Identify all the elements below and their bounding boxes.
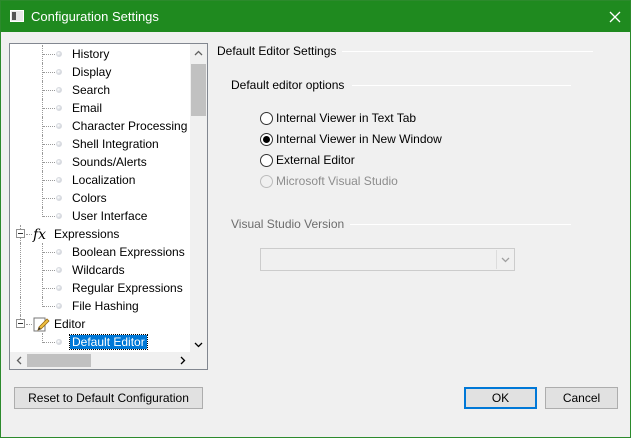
cancel-button[interactable]: Cancel (545, 387, 618, 409)
tree-item-history[interactable]: History (10, 45, 191, 63)
radio-button[interactable] (260, 111, 273, 125)
tree-bullet-icon (56, 105, 62, 111)
visual-studio-version-select (260, 248, 515, 271)
tree-bullet-icon (56, 51, 62, 57)
scroll-left-button[interactable] (10, 352, 27, 369)
tree-item-display[interactable]: Display (10, 63, 191, 81)
chevron-down-icon (501, 257, 509, 262)
dropdown-button (496, 250, 513, 269)
collapse-icon[interactable] (16, 319, 25, 328)
tree-category-label: Expressions (54, 227, 120, 241)
tree-item-label: Character Processing (72, 119, 188, 133)
settings-tree-list: History Display Search Email Character P… (10, 44, 191, 353)
tree-item-label-selected: Default Editor (69, 334, 148, 350)
tree-bullet-icon (56, 87, 62, 93)
radio-label: Internal Viewer in New Window (276, 132, 442, 146)
tree-item-search[interactable]: Search (10, 81, 191, 99)
tree-item-sounds-alerts[interactable]: Sounds/Alerts (10, 153, 191, 171)
tree-bullet-icon (56, 267, 62, 273)
ok-button[interactable]: OK (464, 387, 537, 409)
tree-bullet-icon (56, 69, 62, 75)
options-group-divider (352, 85, 571, 86)
tree-category-label: Editor (54, 317, 86, 331)
tree-horizontal-scrollbar[interactable] (10, 352, 191, 369)
tree-item-label: Shell Integration (72, 137, 159, 151)
tree-bullet-icon (56, 303, 62, 309)
tree-item-wildcards[interactable]: Wildcards (10, 261, 191, 279)
window-title: Configuration Settings (31, 9, 159, 24)
tree-item-user-interface[interactable]: User Interface (10, 207, 191, 225)
tree-item-label: History (72, 47, 110, 61)
tree-vertical-scrollbar[interactable] (190, 44, 207, 353)
radio-external-editor[interactable]: External Editor (260, 151, 355, 169)
radio-label: Internal Viewer in Text Tab (276, 111, 417, 125)
tree-item-label: Display (72, 65, 112, 79)
tree-item-label: Boolean Expressions (72, 245, 185, 259)
fx-icon: fx (32, 226, 50, 243)
collapse-icon[interactable] (16, 229, 25, 238)
scroll-down-button[interactable] (190, 336, 207, 353)
tree-bullet-icon (56, 177, 62, 183)
tree-item-regular-expressions[interactable]: Regular Expressions (10, 279, 191, 297)
close-button[interactable] (600, 1, 630, 32)
radio-button-checked[interactable] (260, 132, 273, 146)
tree-item-label: Localization (72, 173, 136, 187)
horizontal-scroll-thumb[interactable] (27, 354, 91, 367)
tree-item-label: User Interface (72, 209, 148, 223)
scrollbar-corner (190, 352, 207, 369)
tree-item-label: Colors (72, 191, 107, 205)
reset-to-default-button[interactable]: Reset to Default Configuration (14, 387, 203, 409)
tree-bullet-icon (56, 285, 62, 291)
scroll-right-button[interactable] (174, 352, 191, 369)
radio-label: Microsoft Visual Studio (276, 174, 398, 188)
tree-item-character-processing[interactable]: Character Processing (10, 117, 191, 135)
vs-group-title: Visual Studio Version (231, 217, 351, 231)
panel-title-divider (341, 51, 593, 52)
tree-bullet-icon (56, 213, 62, 219)
tree-item-label: Wildcards (72, 263, 125, 277)
chevron-down-icon (194, 342, 203, 347)
tree-item-email[interactable]: Email (10, 99, 191, 117)
tree-bullet-icon (56, 195, 62, 201)
tree-item-label: File Hashing (72, 299, 139, 313)
radio-button-disabled (260, 174, 273, 188)
radio-button[interactable] (260, 153, 273, 167)
tree-item-default-editor[interactable]: Default Editor (10, 333, 191, 351)
configuration-settings-window: Configuration Settings History Display S… (0, 0, 631, 438)
app-window-icon (10, 10, 24, 22)
tree-bullet-icon (56, 339, 62, 345)
tree-category-editor[interactable]: Editor (10, 315, 191, 333)
vs-group-divider (346, 224, 571, 225)
tree-item-label: Email (72, 101, 103, 115)
title-bar[interactable]: Configuration Settings (1, 1, 630, 32)
tree-bullet-icon (56, 141, 62, 147)
radio-internal-viewer-new-window[interactable]: Internal Viewer in New Window (260, 130, 442, 148)
tree-category-expressions[interactable]: fx Expressions (10, 225, 191, 243)
chevron-right-icon (180, 356, 185, 365)
tree-item-file-hashing[interactable]: File Hashing (10, 297, 191, 315)
tree-item-label: Regular Expressions (72, 281, 183, 295)
svg-text:fx: fx (32, 227, 46, 242)
chevron-up-icon (194, 50, 203, 55)
tree-item-boolean-expressions[interactable]: Boolean Expressions (10, 243, 191, 261)
radio-internal-viewer-text-tab[interactable]: Internal Viewer in Text Tab (260, 109, 416, 127)
close-icon (609, 11, 621, 22)
pencil-page-icon (32, 316, 50, 332)
settings-tree[interactable]: History Display Search Email Character P… (9, 43, 208, 370)
tree-item-colors[interactable]: Colors (10, 189, 191, 207)
scroll-up-button[interactable] (190, 44, 207, 61)
radio-microsoft-visual-studio: Microsoft Visual Studio (260, 172, 398, 190)
radio-label: External Editor (276, 153, 355, 167)
panel-title: Default Editor Settings (217, 44, 343, 58)
options-group-title: Default editor options (231, 78, 351, 92)
tree-bullet-icon (56, 123, 62, 129)
vertical-scroll-thumb[interactable] (191, 64, 206, 116)
tree-item-localization[interactable]: Localization (10, 171, 191, 189)
tree-item-label: Search (72, 83, 111, 97)
tree-bullet-icon (56, 249, 62, 255)
chevron-left-icon (16, 356, 21, 365)
tree-item-shell-integration[interactable]: Shell Integration (10, 135, 191, 153)
tree-item-label: Sounds/Alerts (72, 155, 147, 169)
tree-bullet-icon (56, 159, 62, 165)
